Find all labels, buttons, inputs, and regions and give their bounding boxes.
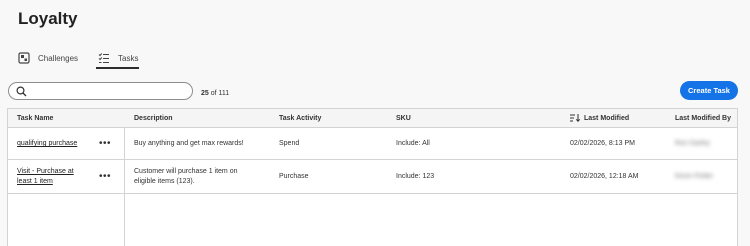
col-header-sku[interactable]: SKU [396,115,411,122]
description-line: Customer will purchase 1 item on [134,168,238,175]
result-count-shown: 25 [201,90,209,97]
col-header-task-name[interactable]: Task Name [17,115,53,122]
tasks-table: Task Name Description Task Activity SKU … [7,108,738,246]
challenges-icon [18,52,30,64]
result-count: 25 of 111 [201,90,229,97]
col-header-last-modified-by[interactable]: Last Modified By [675,115,731,122]
tab-challenges[interactable]: Challenges [18,47,78,69]
col-header-description[interactable]: Description [134,115,173,122]
tab-tasks-label: Tasks [118,53,139,63]
last-modified-cell: 02/02/2026, 12:18 AM [570,173,639,180]
tab-bar: Challenges Tasks [18,47,140,69]
table-row[interactable]: Visit - Purchase at least 1 item ••• Cust… [8,160,737,194]
create-task-button[interactable]: Create Task [680,81,738,100]
page-title: Loyalty [18,9,78,28]
row-actions-more-icon[interactable]: ••• [99,172,111,182]
row-actions-more-icon[interactable]: ••• [99,139,111,149]
task-name-cell: qualifying purchase [17,139,77,149]
last-modified-by-cell: Ron Darley [675,140,711,147]
sort-descending-icon [570,114,580,122]
task-name-line: least 1 item [17,178,53,185]
col-header-last-modified-label: Last Modified [584,114,630,122]
task-name-cell: Visit - Purchase at least 1 item [17,167,74,187]
description-cell: Buy anything and get max rewards! [134,140,244,147]
description-cell: Customer will purchase 1 item on eligible… [134,167,238,187]
tasks-list-icon [98,52,110,64]
result-count-total: of 111 [210,90,230,97]
last-modified-cell: 02/02/2026, 8:13 PM [570,140,635,147]
last-modified-by-cell: Kevin Potter [675,173,714,180]
table-header: Task Name Description Task Activity SKU … [8,109,737,128]
sku-cell: Include: 123 [396,173,435,180]
task-name-link[interactable]: Visit - Purchase at least 1 item [17,168,74,185]
description-line: eligible items (123). [134,178,195,185]
col-header-last-modified[interactable]: Last Modified [570,114,629,122]
tab-challenges-label: Challenges [38,53,79,63]
task-name-link[interactable]: qualifying purchase [17,140,77,147]
task-name-line: Visit - Purchase at [17,168,74,175]
tab-tasks[interactable]: Tasks [96,47,140,69]
search-field[interactable] [8,82,193,100]
col-header-task-activity[interactable]: Task Activity [279,115,321,122]
sku-cell: Include: All [396,140,430,147]
task-activity-cell: Spend [279,140,300,147]
table-row[interactable]: qualifying purchase ••• Buy anything and… [8,128,737,160]
task-activity-cell: Purchase [279,173,309,180]
search-icon [16,86,27,97]
